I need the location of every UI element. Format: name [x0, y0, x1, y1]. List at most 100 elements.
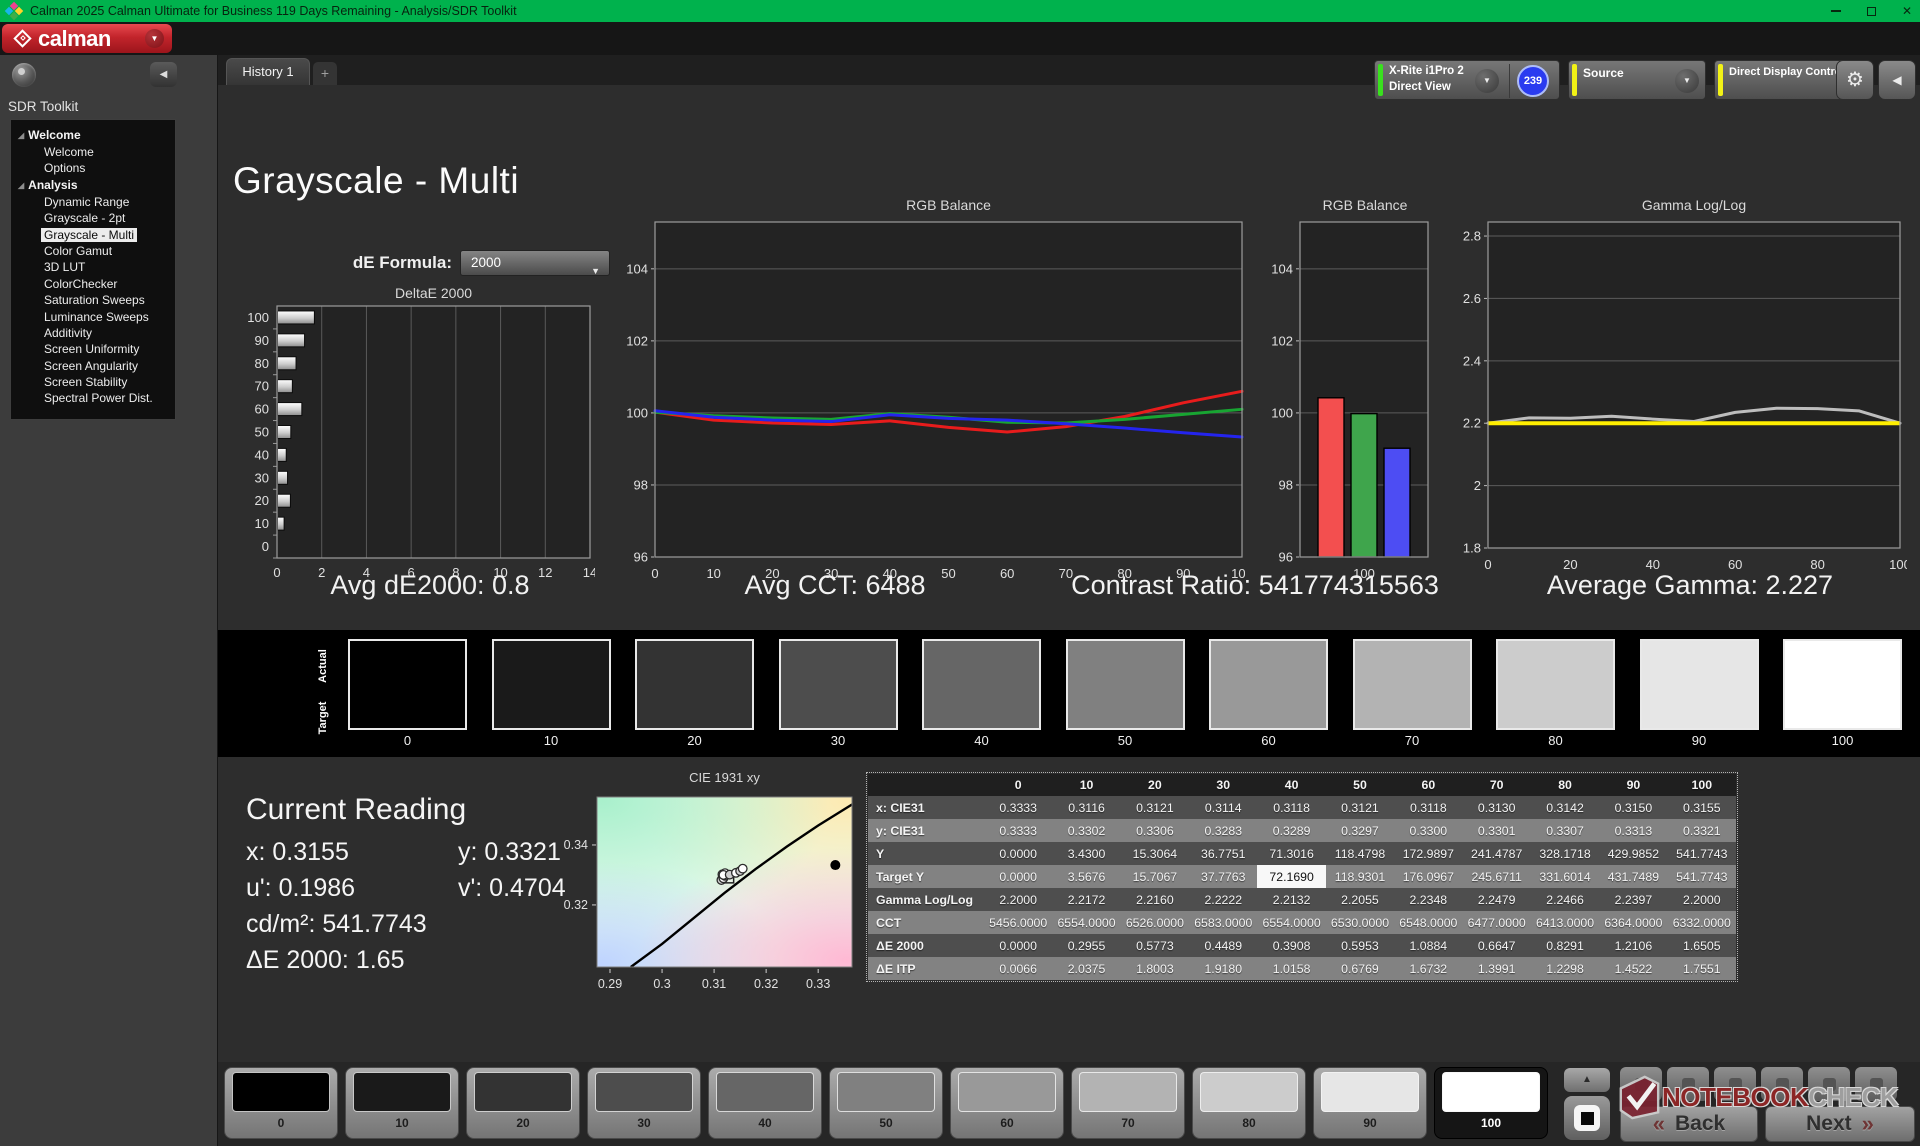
patch-swatch: [1442, 1072, 1540, 1112]
sidebar-item-colorchecker[interactable]: ColorChecker: [11, 276, 175, 292]
sidebar-item-color-gamut[interactable]: Color Gamut: [11, 243, 175, 259]
sidebar-collapse-icon[interactable]: ◀: [150, 62, 177, 87]
target-axis-label: Target: [317, 688, 331, 748]
table-cell: 0.5773: [1121, 934, 1189, 957]
minimize-icon[interactable]: [1831, 10, 1841, 12]
svg-text:2: 2: [1474, 478, 1481, 493]
table-cell: 0.6647: [1463, 934, 1531, 957]
add-tab-button[interactable]: +: [313, 62, 337, 85]
row-label: Gamma Log/Log: [868, 888, 984, 911]
table-cell: 2.2160: [1121, 888, 1189, 911]
de-formula-select[interactable]: 2000 ▼: [460, 250, 610, 276]
sidebar-item-saturation-sweeps[interactable]: Saturation Sweeps: [11, 292, 175, 308]
swatch-label: 20: [635, 733, 754, 748]
table-cell: 1.8003: [1121, 957, 1189, 980]
svg-text:30: 30: [255, 470, 269, 485]
patch-button-100[interactable]: 100: [1434, 1067, 1548, 1139]
rgb-bar-chart-title: RGB Balance: [1285, 197, 1445, 213]
sidebar-item-additivity[interactable]: Additivity: [11, 325, 175, 341]
expander-icon: ◢: [18, 177, 24, 194]
grayscale-swatch-90: [1640, 639, 1759, 730]
close-icon[interactable]: ✕: [1902, 0, 1912, 22]
table-cell: 0.3289: [1257, 819, 1325, 842]
table-cell: 2.0375: [1052, 957, 1120, 980]
source-selector[interactable]: Source ▼: [1568, 60, 1706, 100]
sidebar-item-dynamic-range[interactable]: Dynamic Range: [11, 194, 175, 210]
logo-menu-chevron-icon[interactable]: ▼: [145, 29, 164, 48]
patch-scroll-up-icon[interactable]: ▲: [1564, 1068, 1610, 1092]
patch-button-70[interactable]: 70: [1071, 1067, 1185, 1139]
toolbar-icon-button-6[interactable]: [1855, 1067, 1897, 1101]
table-cell: 0.3908: [1257, 934, 1325, 957]
table-cell: 0.3300: [1394, 819, 1462, 842]
meter-reading-badge[interactable]: 239: [1517, 65, 1549, 97]
calman-logo: calman ▼: [2, 24, 172, 53]
window-title: Calman 2025 Calman Ultimate for Business…: [30, 4, 517, 18]
sidebar-item-spectral-power-dist-[interactable]: Spectral Power Dist.: [11, 390, 175, 406]
table-cell: 6364.0000: [1599, 911, 1667, 934]
collapse-panel-button[interactable]: ◀: [1878, 60, 1916, 100]
meter-name: X-Rite i1Pro 2: [1389, 65, 1464, 77]
tab-history-1[interactable]: History 1: [226, 58, 310, 85]
source-dropdown-chevron-icon[interactable]: ▼: [1675, 69, 1699, 93]
sidebar-jog-button[interactable]: [12, 63, 36, 87]
patch-button-40[interactable]: 40: [708, 1067, 822, 1139]
table-cell: 0.3333: [984, 796, 1052, 819]
svg-text:2.6: 2.6: [1463, 291, 1481, 306]
patch-button-30[interactable]: 30: [587, 1067, 701, 1139]
grayscale-swatch-20: [635, 639, 754, 730]
sidebar-item-luminance-sweeps[interactable]: Luminance Sweeps: [11, 309, 175, 325]
toolbar-icon-button-4[interactable]: [1761, 1067, 1803, 1101]
patch-button-20[interactable]: 20: [466, 1067, 580, 1139]
table-cell: 0.3301: [1463, 819, 1531, 842]
patch-button-10[interactable]: 10: [345, 1067, 459, 1139]
table-cell: 1.0884: [1394, 934, 1462, 957]
patch-button-0[interactable]: 0: [224, 1067, 338, 1139]
table-cell: 0.3130: [1463, 796, 1531, 819]
svg-text:100: 100: [1271, 405, 1293, 420]
sidebar-item-3d-lut[interactable]: 3D LUT: [11, 259, 175, 275]
tree-group-welcome[interactable]: ◢Welcome: [11, 127, 175, 144]
toolbar-icon-button-1[interactable]: [1620, 1067, 1662, 1101]
patch-button-50[interactable]: 50: [829, 1067, 943, 1139]
svg-text:96: 96: [1279, 550, 1293, 565]
toolbar-icon-button-5[interactable]: [1808, 1067, 1850, 1101]
grayscale-swatch-30: [779, 639, 898, 730]
settings-button[interactable]: ⚙: [1836, 60, 1874, 100]
display-control-status-strip: [1718, 64, 1723, 96]
sidebar-item-grayscale-2pt[interactable]: Grayscale - 2pt: [11, 210, 175, 226]
table-cell: 1.0158: [1257, 957, 1325, 980]
reading-value: u': 0.1986: [246, 874, 458, 903]
patch-swatch: [958, 1072, 1056, 1112]
restore-icon[interactable]: [1867, 7, 1876, 16]
tree-group-analysis[interactable]: ◢Analysis: [11, 177, 175, 194]
sidebar-item-screen-stability[interactable]: Screen Stability: [11, 374, 175, 390]
patch-bottom-bar: ▲ « Back Next » NOTEBOOKCHECK 0102030405…: [218, 1062, 1920, 1146]
patch-label: 100: [1435, 1116, 1547, 1130]
sidebar-item-options[interactable]: Options: [11, 160, 175, 176]
sidebar-item-welcome[interactable]: Welcome: [11, 144, 175, 160]
meter-dropdown-chevron-icon[interactable]: ▼: [1475, 69, 1499, 93]
back-button[interactable]: « Back: [1620, 1106, 1758, 1142]
next-button[interactable]: Next »: [1765, 1106, 1915, 1142]
source-label: Source: [1583, 66, 1624, 80]
table-row: Target Y0.00003.567615.706737.776372.169…: [868, 865, 1736, 888]
meter-selector[interactable]: X-Rite i1Pro 2 Direct View ▼ 239: [1374, 60, 1560, 100]
patch-button-60[interactable]: 60: [950, 1067, 1064, 1139]
toolbar-icon-button-2[interactable]: [1667, 1067, 1709, 1101]
table-cell: 176.0967: [1394, 865, 1462, 888]
patch-button-80[interactable]: 80: [1192, 1067, 1306, 1139]
patch-window-button[interactable]: [1564, 1096, 1610, 1140]
table-column-header: 10: [1052, 774, 1120, 796]
swatch-label: 60: [1209, 733, 1328, 748]
table-column-header: 30: [1189, 774, 1257, 796]
sidebar-item-screen-uniformity[interactable]: Screen Uniformity: [11, 341, 175, 357]
table-cell: 2.2479: [1463, 888, 1531, 911]
table-cell: 6413.0000: [1531, 911, 1599, 934]
toolbar-icon-button-3[interactable]: [1714, 1067, 1756, 1101]
patch-button-90[interactable]: 90: [1313, 1067, 1427, 1139]
table-cell: 0.0066: [984, 957, 1052, 980]
sidebar-item-grayscale-multi[interactable]: Grayscale - Multi: [11, 227, 175, 243]
expander-icon: ◢: [18, 127, 24, 144]
sidebar-item-screen-angularity[interactable]: Screen Angularity: [11, 358, 175, 374]
